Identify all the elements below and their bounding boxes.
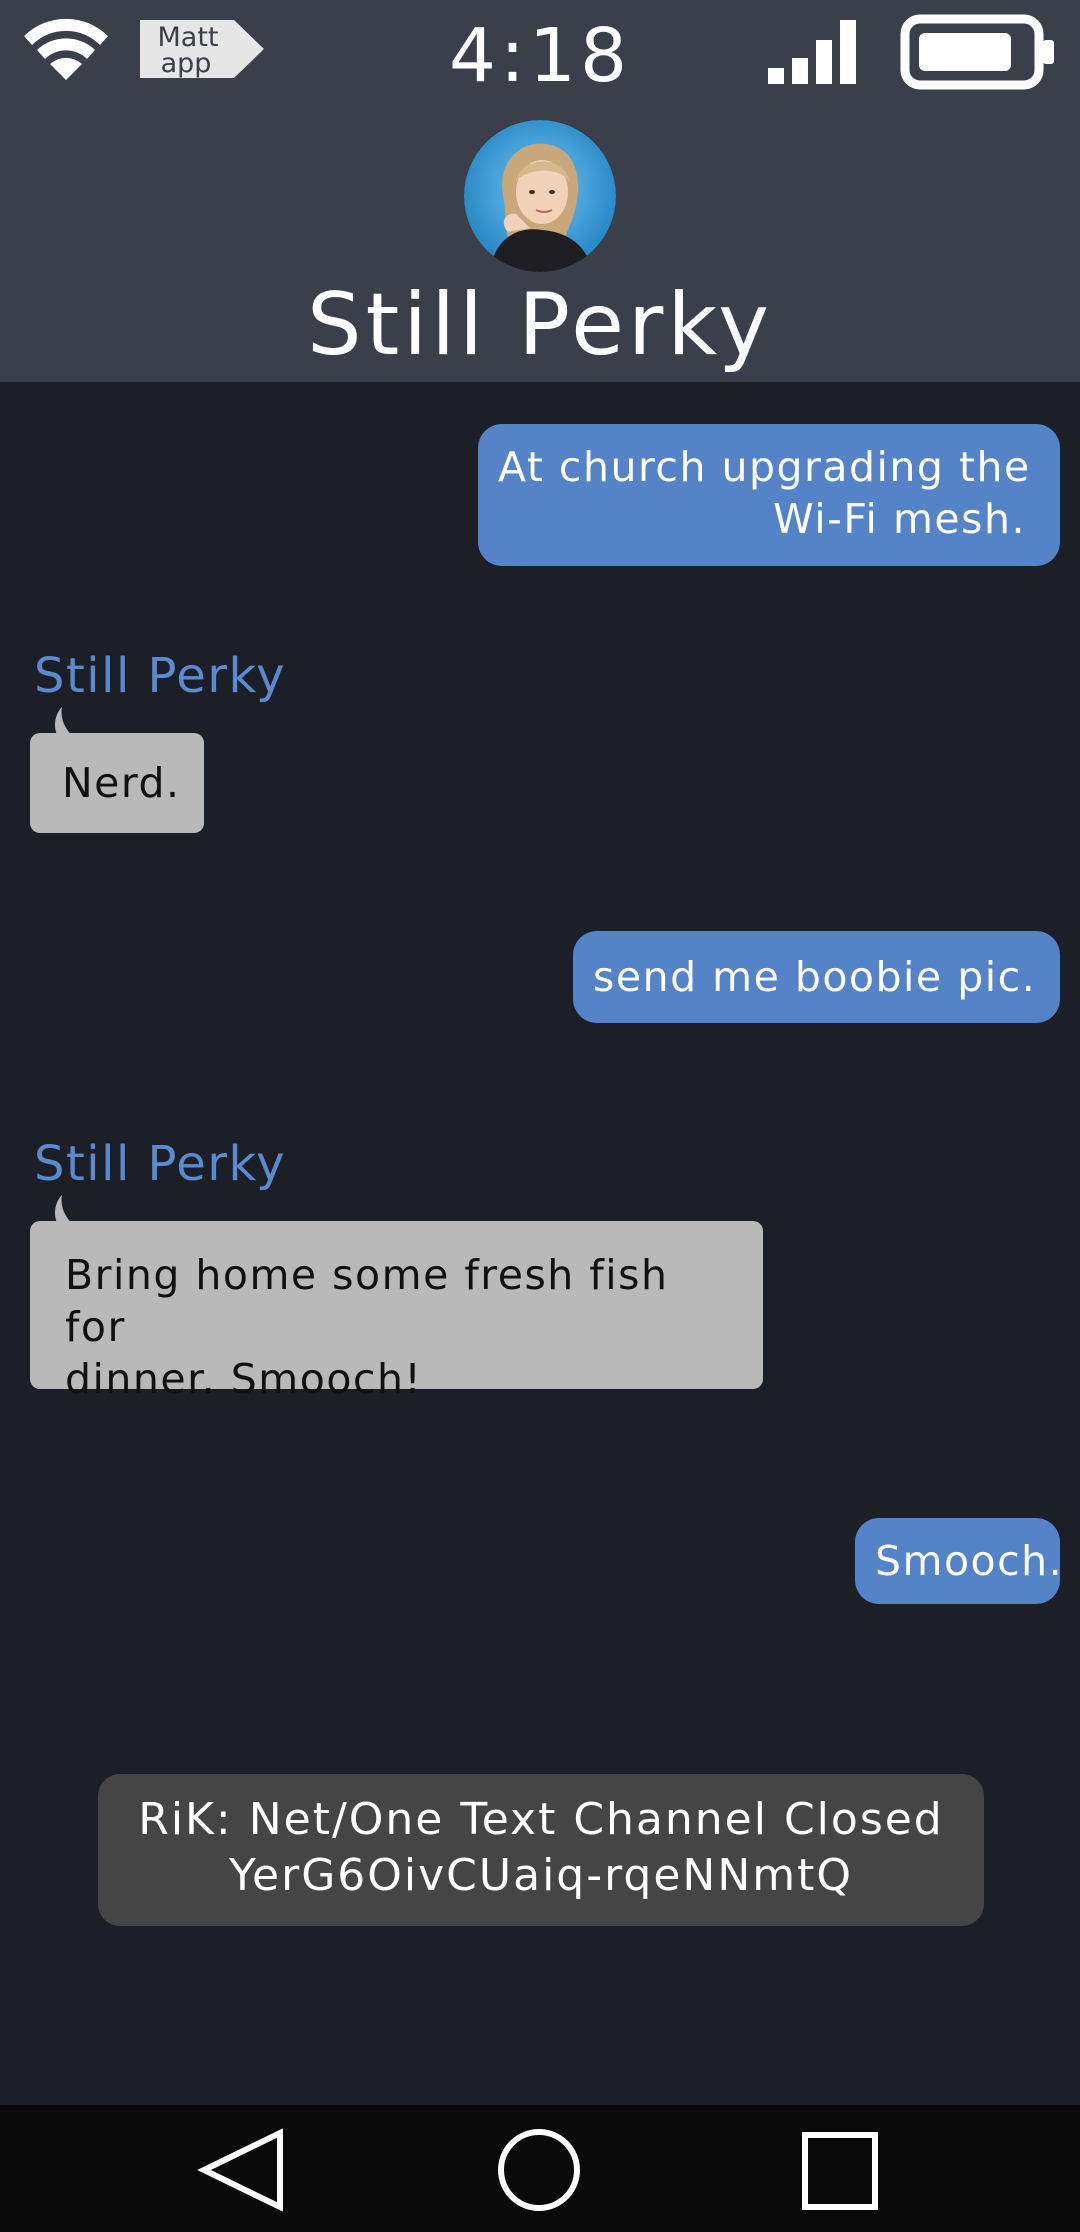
message-text-line: Nerd. <box>62 759 181 807</box>
status-clock: 4:18 <box>448 13 632 99</box>
contact-name-title: Still Perky <box>306 275 774 375</box>
wifi-icon <box>24 18 108 80</box>
avatar-portrait-icon <box>464 120 616 272</box>
message-text-line: dinner. Smooch! <box>65 1355 423 1403</box>
message-text-line: At church upgrading the <box>498 443 1031 491</box>
back-triangle-icon[interactable] <box>196 2125 286 2215</box>
navigation-bar <box>0 2105 1080 2232</box>
message-text-line: Wi-Fi mesh. <box>773 495 1026 543</box>
bubble-tail-icon <box>55 707 74 737</box>
incoming-message[interactable]: Bring home some fresh fish for dinner. S… <box>30 1195 763 1403</box>
outgoing-message[interactable]: At church upgrading the Wi-Fi mesh. <box>478 424 1060 566</box>
conversation-header: Matt app 4:18 Still Perky <box>0 0 1080 382</box>
notice-line-1: RiK: Net/One Text Channel Closed <box>138 1794 944 1845</box>
outgoing-message[interactable]: send me boobie pic. <box>573 931 1060 1023</box>
signal-strength-icon <box>768 20 856 84</box>
sender-name-label: Still Perky <box>34 1136 287 1192</box>
battery-icon <box>900 14 1054 90</box>
recents-square-icon[interactable] <box>795 2125 885 2215</box>
matt-app-badge-icon: Matt app <box>140 20 264 79</box>
home-circle-icon[interactable] <box>494 2125 584 2215</box>
status-bar: Matt app 4:18 <box>0 0 1080 110</box>
outgoing-message[interactable]: Smooch. <box>855 1518 1064 1604</box>
message-text-line: send me boobie pic. <box>593 953 1037 1001</box>
message-text-line: Bring home some fresh fish for <box>65 1251 669 1351</box>
messaging-screen: Matt app 4:18 Still Perky At church upgr… <box>0 0 1080 2232</box>
sender-name-label: Still Perky <box>34 648 287 704</box>
contact-avatar[interactable] <box>464 120 616 272</box>
channel-closed-notice: RiK: Net/One Text Channel Closed YerG6Oi… <box>98 1774 984 1926</box>
incoming-message[interactable]: Nerd. <box>30 707 204 833</box>
message-text-line: Smooch. <box>875 1537 1064 1585</box>
notice-line-2: YerG6OivCUaiq-rqeNNmtQ <box>229 1850 853 1901</box>
bubble-tail-icon <box>55 1195 74 1225</box>
app-badge-line2: app <box>161 48 212 79</box>
